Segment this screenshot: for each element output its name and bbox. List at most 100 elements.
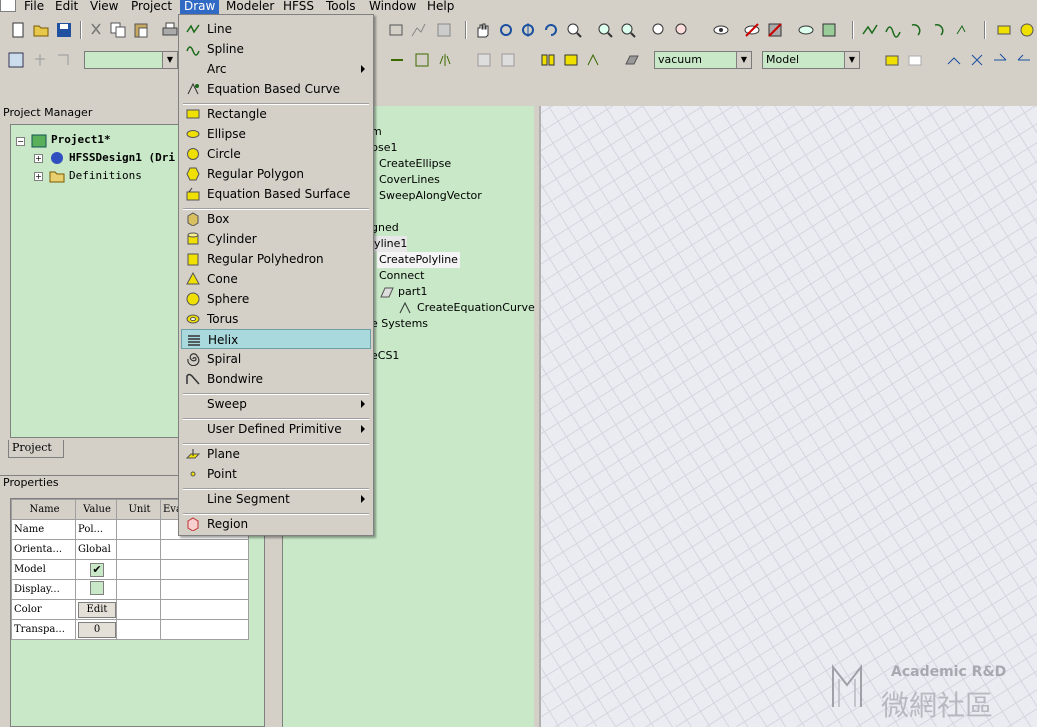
expand-definitions-toggle[interactable]: + xyxy=(34,172,43,181)
menu-item-regular-polyhedron[interactable]: Regular Polyhedron xyxy=(181,249,371,269)
open-folder-icon[interactable] xyxy=(33,22,49,38)
menu-item-line-segment[interactable]: Line Segment xyxy=(181,489,371,509)
menu-item-equation-surface[interactable]: Equation Based Surface xyxy=(181,184,371,204)
zoom-in-icon[interactable] xyxy=(597,22,613,38)
menu-item-region[interactable]: Region xyxy=(181,514,371,534)
menu-item-cylinder[interactable]: Cylinder xyxy=(181,229,371,249)
menu-item-spline[interactable]: Spline xyxy=(181,39,371,59)
definitions-node[interactable]: Definitions xyxy=(69,168,142,184)
select-edge-icon[interactable] xyxy=(55,52,71,68)
menu-item-box[interactable]: Box xyxy=(181,209,371,229)
tree-node[interactable]: lyline1 xyxy=(371,236,408,252)
offset-cs-icon[interactable] xyxy=(969,52,985,68)
rotated-cs-icon[interactable] xyxy=(992,52,1008,68)
menu-item-arc[interactable]: Arc xyxy=(181,59,371,79)
unite-icon[interactable] xyxy=(476,52,492,68)
draw-rectangle-icon[interactable] xyxy=(996,22,1012,38)
mirror-icon[interactable] xyxy=(437,52,453,68)
model-checkbox[interactable]: ✔ xyxy=(90,562,104,577)
menu-modeler[interactable]: Modeler xyxy=(222,0,278,14)
draw-arc-center-icon[interactable] xyxy=(932,22,948,38)
menu-item-plane[interactable]: Plane xyxy=(181,444,371,464)
project-node[interactable]: Project1* xyxy=(51,132,111,148)
grid-icon[interactable] xyxy=(436,22,452,38)
copy-icon[interactable] xyxy=(110,22,126,38)
global-cs-icon[interactable] xyxy=(1016,52,1032,68)
tree-node[interactable]: e Systems xyxy=(371,316,428,332)
menu-item-sphere[interactable]: Sphere xyxy=(181,289,371,309)
expand-project-toggle[interactable]: − xyxy=(16,137,25,146)
menu-draw[interactable]: Draw xyxy=(180,0,220,14)
tree-node[interactable]: CreateEllipse xyxy=(379,156,451,172)
tree-node[interactable]: gned xyxy=(371,220,399,236)
tree-node[interactable]: pse1 xyxy=(371,140,397,156)
rotate-axis-icon[interactable] xyxy=(520,22,536,38)
new-file-icon[interactable] xyxy=(10,22,26,38)
menu-item-spiral[interactable]: Spiral xyxy=(181,349,371,369)
create-cs-icon[interactable] xyxy=(884,52,900,68)
menu-project[interactable]: Project xyxy=(127,0,176,14)
material-combo[interactable]: vacuum ▼ xyxy=(654,51,752,69)
model-combo[interactable]: Model ▼ xyxy=(762,51,860,69)
zoom-icon[interactable] xyxy=(566,22,582,38)
equation-curve-icon[interactable] xyxy=(955,22,971,38)
material-icon[interactable] xyxy=(624,52,640,68)
menu-file[interactable]: File xyxy=(20,0,48,14)
prop-value[interactable]: Pol... xyxy=(75,519,117,540)
menu-item-sweep[interactable]: Sweep xyxy=(181,394,371,414)
menu-tools[interactable]: Tools xyxy=(322,0,360,14)
color-edit-button[interactable]: Edit xyxy=(78,601,116,618)
menu-item-regular-polygon[interactable]: Regular Polygon xyxy=(181,164,371,184)
tree-node[interactable]: CreatePolyline xyxy=(377,252,460,268)
show-all-objects-icon[interactable] xyxy=(821,22,837,38)
rotate-icon[interactable] xyxy=(498,22,514,38)
menu-window[interactable]: Window xyxy=(365,0,420,14)
menu-item-torus[interactable]: Torus xyxy=(181,309,371,329)
relative-cs-icon[interactable] xyxy=(946,52,962,68)
tree-node[interactable]: part1 xyxy=(398,284,428,300)
separate-icon[interactable] xyxy=(586,52,602,68)
tree-node[interactable]: CreateEquationCurve xyxy=(417,300,535,316)
pan-hand-icon[interactable] xyxy=(474,22,490,38)
draw-circle-icon[interactable] xyxy=(1019,22,1035,38)
menu-edit[interactable]: Edit xyxy=(51,0,82,14)
menu-item-cone[interactable]: Cone xyxy=(181,269,371,289)
show-all-icon[interactable] xyxy=(798,22,814,38)
menu-item-circle[interactable]: Circle xyxy=(181,144,371,164)
display-wireframe-checkbox[interactable] xyxy=(90,581,104,595)
intersect-icon[interactable] xyxy=(563,52,579,68)
face-cs-icon[interactable] xyxy=(907,52,923,68)
measure-icon[interactable] xyxy=(388,22,404,38)
menu-item-point[interactable]: Point xyxy=(181,464,371,484)
align-icon[interactable] xyxy=(414,52,430,68)
fit-selection-icon[interactable] xyxy=(674,22,690,38)
zoom-out-icon[interactable] xyxy=(620,22,636,38)
hide-icon[interactable] xyxy=(744,22,760,38)
menu-view[interactable]: View xyxy=(86,0,122,14)
chart-icon[interactable] xyxy=(410,22,426,38)
menu-item-user-defined-primitive[interactable]: User Defined Primitive xyxy=(181,419,371,439)
design-node[interactable]: HFSSDesign1 (Dri xyxy=(69,150,175,166)
draw-spline-icon[interactable] xyxy=(885,22,901,38)
paste-icon[interactable] xyxy=(133,22,149,38)
modeler-canvas[interactable]: Academic R&D 微網社區 xyxy=(539,106,1037,727)
orient-icon[interactable] xyxy=(543,22,559,38)
project-tab[interactable]: Project xyxy=(8,440,64,458)
menu-help[interactable]: Help xyxy=(423,0,458,14)
expand-design-toggle[interactable]: + xyxy=(34,154,43,163)
save-icon[interactable] xyxy=(56,22,72,38)
menu-item-equation-curve[interactable]: Equation Based Curve xyxy=(181,79,371,99)
fit-all-icon[interactable] xyxy=(651,22,667,38)
menu-item-rectangle[interactable]: Rectangle xyxy=(181,104,371,124)
menu-item-line[interactable]: Line xyxy=(181,19,371,39)
select-mode-icon[interactable] xyxy=(8,52,24,68)
menu-hfss[interactable]: HFSS xyxy=(279,0,318,14)
tree-node[interactable]: Connect xyxy=(379,268,424,284)
menu-item-ellipse[interactable]: Ellipse xyxy=(181,124,371,144)
transparency-button[interactable]: 0 xyxy=(78,621,116,638)
prop-value[interactable]: Global xyxy=(75,539,117,560)
hide-all-icon[interactable] xyxy=(767,22,783,38)
draw-arc-icon[interactable] xyxy=(909,22,925,38)
menu-item-helix[interactable]: Helix xyxy=(181,329,371,349)
tree-node[interactable]: CoverLines xyxy=(379,172,440,188)
